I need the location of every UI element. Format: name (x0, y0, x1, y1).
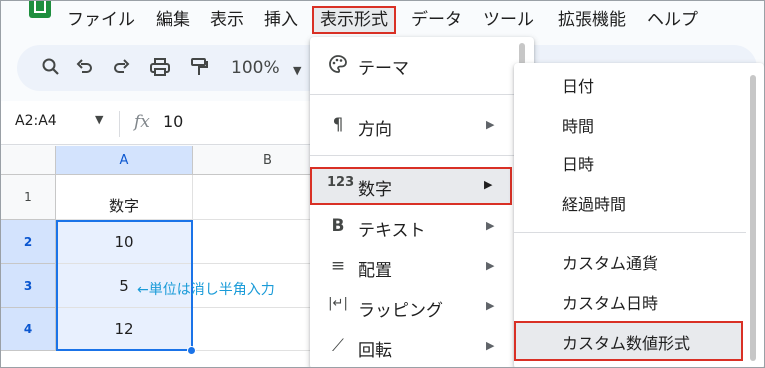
submenu-item-custom-number-format[interactable]: カスタム数値形式 (514, 321, 743, 361)
chevron-right-icon: ▶ (486, 118, 495, 131)
menu-item-direction[interactable]: ¶ 方向 ▶ (310, 107, 534, 145)
search-icon[interactable] (41, 57, 61, 82)
menu-extensions[interactable]: 拡張機能 (558, 8, 626, 32)
undo-icon[interactable] (75, 57, 95, 82)
menu-view[interactable]: 表示 (210, 8, 244, 32)
palette-icon (327, 54, 349, 79)
menu-divider (310, 94, 534, 95)
row-header-1[interactable]: 1 (1, 175, 56, 220)
row-header-3[interactable]: 3 (1, 264, 56, 308)
zoom-select[interactable]: 100% (231, 58, 280, 78)
submenu-divider (514, 232, 746, 233)
name-box[interactable]: A2:A4 (15, 113, 57, 129)
chevron-right-icon: ▶ (484, 178, 493, 191)
cell-a1[interactable]: 数字 (56, 175, 193, 220)
format-menu: テーマ ¶ 方向 ▶ 123 数字 ▶ B テキスト ▶ ≡ 配置 ▶ |↵| … (310, 37, 534, 367)
column-header-a[interactable]: A (56, 146, 193, 175)
select-all-corner[interactable] (1, 146, 56, 175)
menu-data[interactable]: データ (411, 8, 462, 32)
menu-insert[interactable]: 挿入 (264, 8, 298, 32)
divider (119, 111, 120, 137)
number-123-icon: 123 (327, 175, 355, 190)
submenu-item-label: 時間 (562, 117, 595, 136)
menu-help[interactable]: ヘルプ (647, 8, 698, 32)
align-icon: ≡ (330, 256, 346, 276)
fill-handle[interactable] (187, 346, 196, 355)
submenu-item-duration[interactable]: 経過時間 (514, 182, 746, 222)
spreadsheet-window: ファイル 編集 表示 挿入 表示形式 データ ツール 拡張機能 ヘルプ 100%… (0, 0, 765, 368)
menu-item-label: ラッピング (358, 301, 443, 321)
menu-item-number[interactable]: 123 数字 ▶ (310, 167, 512, 205)
menu-item-wrapping[interactable]: |↵| ラッピング ▶ (310, 288, 534, 326)
redo-icon[interactable] (111, 57, 131, 82)
chevron-right-icon: ▶ (486, 259, 495, 272)
menu-divider (310, 155, 534, 156)
bold-icon: B (331, 216, 345, 236)
menu-item-label: 配置 (358, 261, 392, 281)
paint-format-icon[interactable] (189, 57, 209, 82)
submenu-item-time[interactable]: 時間 (514, 104, 746, 144)
submenu-item-label: カスタム数値形式 (562, 334, 691, 353)
menu-file[interactable]: ファイル (67, 8, 135, 32)
menu-item-rotation[interactable]: ⟋ 回転 ▶ (310, 328, 534, 366)
menu-bar: ファイル 編集 表示 挿入 表示形式 データ ツール 拡張機能 ヘルプ (1, 1, 764, 39)
row-header-4[interactable]: 4 (1, 308, 56, 351)
submenu-item-label: 経過時間 (562, 195, 627, 214)
menu-item-label: テーマ (358, 59, 409, 79)
menu-item-alignment[interactable]: ≡ 配置 ▶ (310, 248, 534, 286)
menu-item-theme[interactable]: テーマ (310, 46, 534, 84)
wrap-icon: |↵| (328, 296, 348, 311)
submenu-item-date[interactable]: 日付 (514, 64, 746, 104)
chevron-right-icon: ▶ (486, 219, 495, 232)
fx-icon: fx (134, 112, 150, 132)
submenu-item-label: カスタム通貨 (562, 254, 659, 273)
menu-tools[interactable]: ツール (483, 8, 534, 32)
cell-a4[interactable]: 12 (56, 308, 193, 351)
chevron-right-icon: ▶ (486, 299, 495, 312)
text-direction-icon: ¶ (332, 115, 344, 135)
menu-item-label: 方向 (358, 120, 392, 140)
annotation-text: ←単位は消し半角入力 (137, 282, 275, 298)
submenu-item-label: 日時 (562, 155, 595, 174)
menu-item-label: テキスト (358, 221, 426, 241)
print-icon[interactable] (149, 57, 171, 82)
chevron-down-icon[interactable]: ▼ (95, 113, 103, 126)
submenu-item-label: カスタム日時 (562, 294, 659, 313)
menu-item-label: 数字 (358, 180, 392, 200)
number-format-submenu: 日付 時間 日時 経過時間 カスタム通貨 カスタム日時 カスタム数値形式 (514, 63, 764, 367)
formula-input[interactable]: 10 (163, 112, 183, 131)
menu-item-label: 回転 (358, 341, 392, 361)
menu-item-text[interactable]: B テキスト ▶ (310, 208, 534, 246)
chevron-right-icon: ▶ (486, 339, 495, 352)
submenu-scrollbar[interactable] (750, 75, 756, 361)
cell-a2[interactable]: 10 (56, 220, 193, 264)
submenu-item-datetime[interactable]: 日時 (514, 142, 746, 182)
submenu-item-label: 日付 (562, 77, 595, 96)
submenu-item-custom-currency[interactable]: カスタム通貨 (514, 241, 746, 281)
menu-edit[interactable]: 編集 (156, 8, 190, 32)
row-header-2[interactable]: 2 (1, 220, 56, 264)
sheets-logo-icon (29, 1, 51, 18)
rotate-icon: ⟋ (332, 336, 344, 356)
submenu-item-custom-datetime[interactable]: カスタム日時 (514, 281, 746, 321)
chevron-down-icon[interactable]: ▼ (293, 60, 301, 82)
menu-format[interactable]: 表示形式 (312, 6, 396, 34)
